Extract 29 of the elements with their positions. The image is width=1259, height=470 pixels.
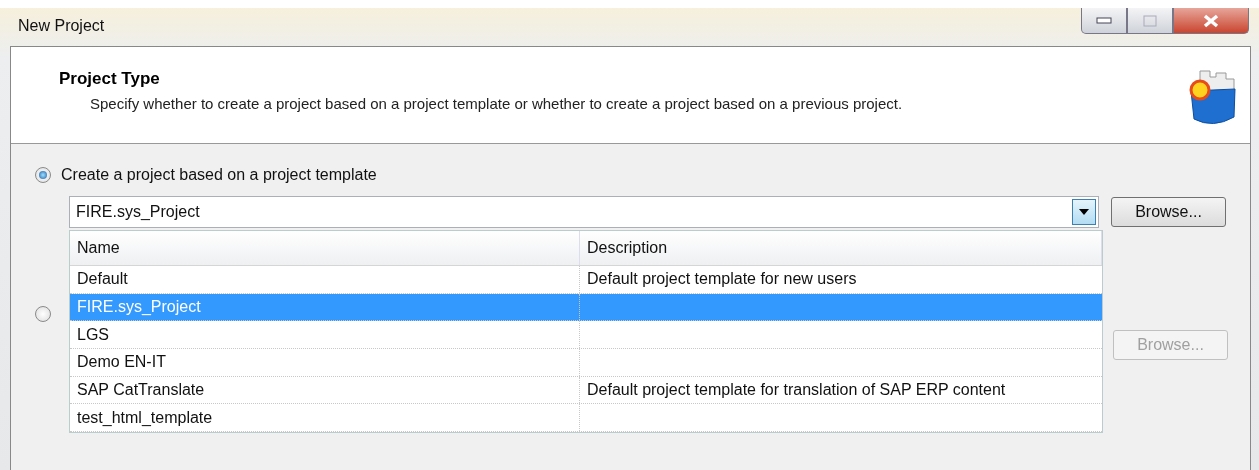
template-name: FIRE.sys_Project xyxy=(77,298,201,317)
radio-label: Create a project based on a project template xyxy=(61,166,377,184)
window-title: New Project xyxy=(18,17,105,35)
template-row[interactable]: test_html_template xyxy=(70,404,1102,433)
template-name: LGS xyxy=(77,325,109,344)
template-row[interactable]: SAP CatTranslate Default project template for translation of SAP ERP content xyxy=(70,376,1102,405)
template-description: Default project template for translation of SAP ERP content xyxy=(587,381,1006,400)
template-name: SAP CatTranslate xyxy=(77,381,205,400)
column-header[interactable]: Description xyxy=(580,231,1102,265)
close-button[interactable] xyxy=(1173,8,1249,34)
dropdown-caret-icon[interactable] xyxy=(1072,199,1096,225)
section-title: Project Type xyxy=(59,69,161,89)
template-combo-box[interactable]: FIRE.sys_Project xyxy=(69,196,1099,228)
close-icon xyxy=(1202,13,1220,28)
template-row[interactable]: Demo EN-IT xyxy=(70,349,1102,377)
maximize-icon xyxy=(1143,14,1157,27)
minimize-button[interactable] xyxy=(1081,8,1127,34)
template-description: Default project template for new users xyxy=(587,270,857,289)
minimize-icon xyxy=(1096,16,1112,25)
template-name: Demo EN-IT xyxy=(77,353,166,372)
column-header[interactable]: Name xyxy=(70,231,580,265)
radio-button[interactable] xyxy=(35,167,51,183)
browse-button[interactable]: Browse... xyxy=(1111,197,1226,227)
template-row[interactable]: LGS xyxy=(70,321,1102,350)
template-name: Default xyxy=(77,270,128,289)
section-description: Specify whether to create a project based on a project template or whether to create a project based on a previous project. xyxy=(90,95,903,112)
radio-button[interactable] xyxy=(35,306,51,322)
template-name: test_html_template xyxy=(77,408,213,427)
template-row[interactable]: Default Default project template for new users xyxy=(70,266,1102,294)
